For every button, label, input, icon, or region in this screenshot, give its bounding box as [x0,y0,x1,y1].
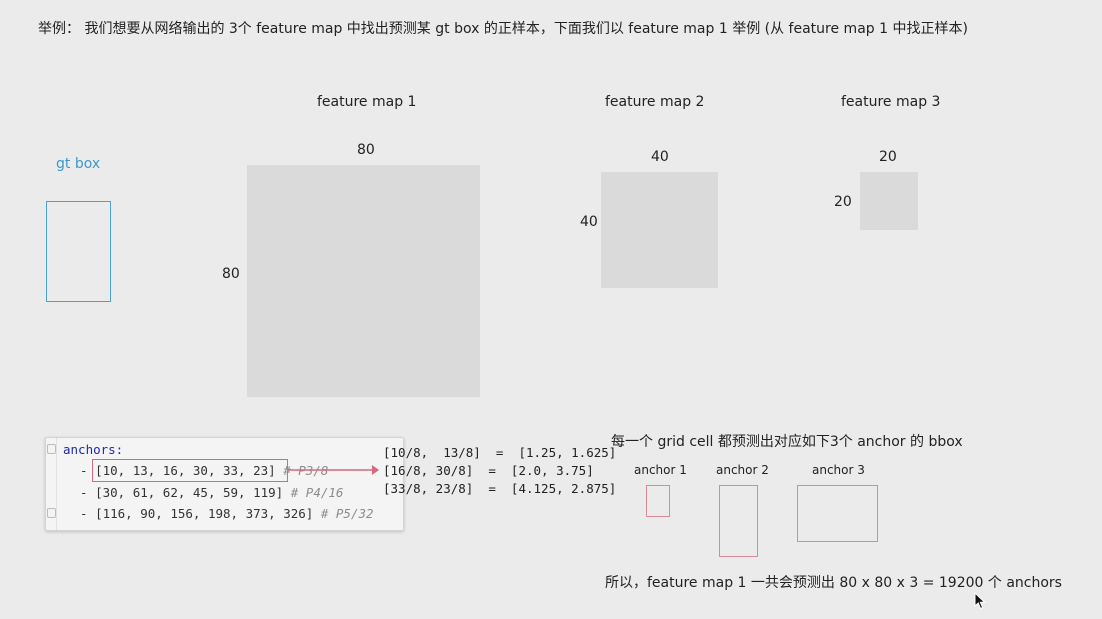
feature-map-3-grid [860,172,918,230]
feature-map-1-width-label: 80 [357,142,375,158]
anchor-3-box [797,485,878,542]
feature-map-2-width-label: 40 [651,149,669,165]
anchors-key: anchors: [63,442,124,457]
fold-marker-icon [47,508,56,518]
feature-map-1-grid [247,165,480,397]
comment-p5: # P5/32 [320,506,374,521]
anchor-values-p4: [30, 61, 62, 45, 59, 119] [95,485,284,500]
code-gutter [46,438,57,530]
code-line-p5: - [116, 90, 156, 198, 373, 326] # P5/32 [80,506,374,521]
code-line-key: anchors: [63,442,123,457]
feature-map-2-title: feature map 2 [605,94,705,110]
anchor-2-box [719,485,758,557]
comment-p4: # P4/16 [290,485,344,500]
summary-text: 所以，feature map 1 一共会预测出 80 x 80 x 3 = 19… [605,575,1062,591]
anchor-2-label: anchor 2 [716,463,769,477]
calc-line-3: [33/8, 23/8] = [4.125, 2.875] [383,481,617,496]
code-line-p4: - [30, 61, 62, 45, 59, 119] # P4/16 [80,485,343,500]
anchor-values-p5: [116, 90, 156, 198, 373, 326] [95,506,314,521]
feature-map-3-width-label: 20 [879,149,897,165]
fold-marker-icon [47,444,56,454]
gt-box-label: gt box [56,156,101,172]
mouse-cursor-icon [974,592,986,610]
gt-box [46,201,111,302]
page-heading: 举例： 我们想要从网络输出的 3个 feature map 中找出预测某 gt … [38,21,968,37]
feature-map-3-height-label: 20 [834,194,852,210]
calc-line-2: [16/8, 30/8] = [2.0, 3.75] [383,463,594,478]
feature-map-1-height-label: 80 [222,266,240,282]
code-dash: - [80,485,96,500]
anchor-3-label: anchor 3 [812,463,865,477]
feature-map-2-grid [601,172,718,288]
feature-map-3-title: feature map 3 [841,94,941,110]
anchor-1-label: anchor 1 [634,463,687,477]
anchor-1-box [646,485,670,517]
feature-map-2-height-label: 40 [580,214,598,230]
arrow-icon [288,465,379,475]
feature-map-1-title: feature map 1 [317,94,417,110]
code-dash: - [80,506,96,521]
anchors-section-title: 每一个 grid cell 都预测出对应如下3个 anchor 的 bbox [611,434,963,450]
calc-line-1: [10/8, 13/8] = [1.25, 1.625] [383,445,617,460]
p3-highlight-box [92,459,288,482]
